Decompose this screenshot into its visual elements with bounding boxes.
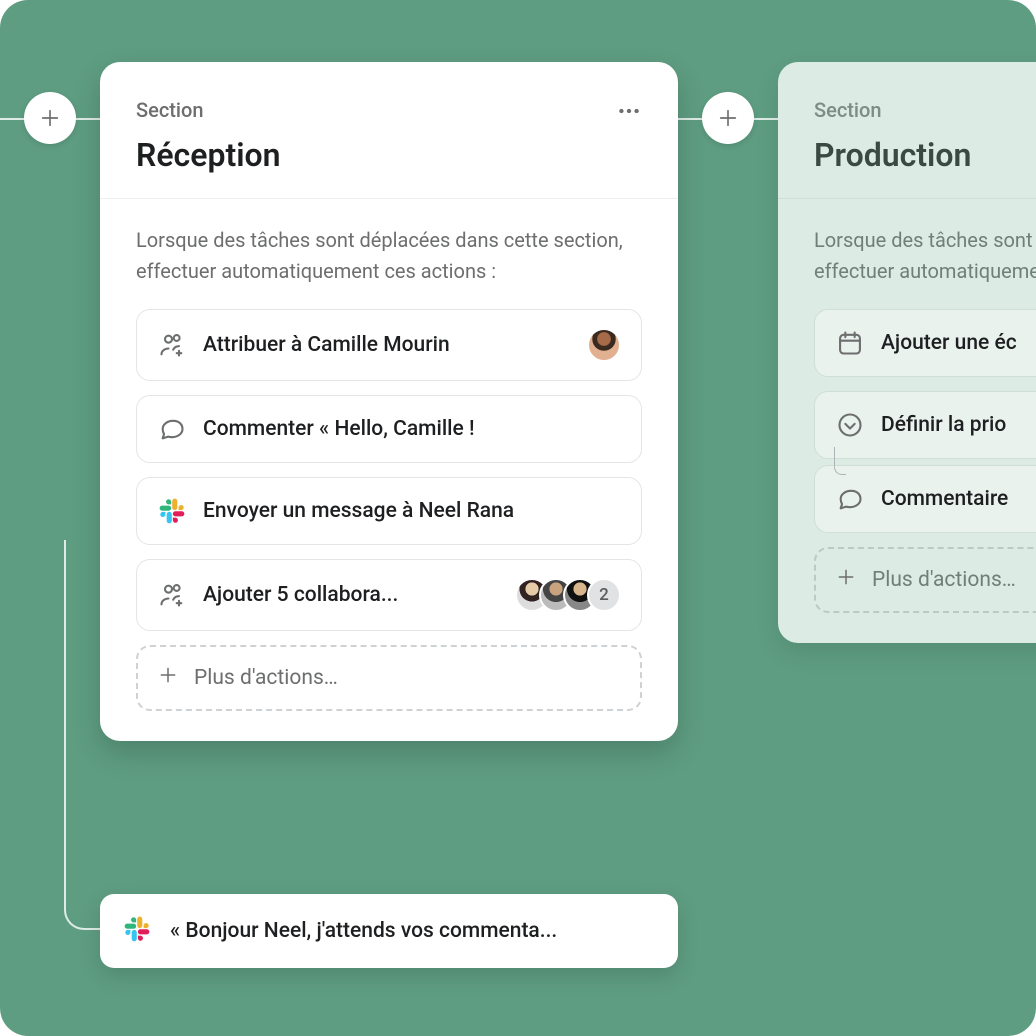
section-description: Lorsque des tâches sont déplacées dans c… [814,225,1036,287]
action-label: Ajouter 5 collabora... [203,583,499,607]
plus-icon [158,665,178,691]
section-card-production: Section Production Lorsque des tâches so… [778,62,1036,643]
sub-connector [834,447,846,475]
section-card-reception: Section Réception Lorsque des tâches son… [100,62,678,741]
add-section-button-left[interactable] [24,92,76,144]
avatar-stack: 2 [515,578,621,612]
ellipsis-icon [616,98,642,124]
section-description: Lorsque des tâches sont déplacées dans c… [136,225,642,287]
section-label: Section [814,98,971,122]
more-menu-button[interactable] [616,98,642,128]
action-label: Ajouter une éc [881,331,1036,355]
stage: Section Réception Lorsque des tâches son… [0,0,1036,1036]
assign-icon [157,330,187,360]
comment-icon [835,484,865,514]
action-label: Envoyer un message à Neel Rana [203,499,621,523]
check-circle-down-icon [835,410,865,440]
action-add-collaborators[interactable]: Ajouter 5 collabora... 2 [136,559,642,631]
comment-icon [157,414,187,444]
more-actions-button[interactable]: Plus d'actions… [814,547,1036,613]
plus-icon [717,107,739,129]
more-actions-label: Plus d'actions… [872,568,1016,592]
section-label: Section [136,98,281,122]
action-label: Commenter « Hello, Camille ! [203,417,621,441]
avatar [587,328,621,362]
add-section-button-right[interactable] [702,92,754,144]
action-label: Définir la prio [881,413,1036,437]
plus-icon [39,107,61,129]
action-comment[interactable]: Commenter « Hello, Camille ! [136,395,642,463]
action-assign[interactable]: Attribuer à Camille Mourin [136,309,642,381]
action-slack-message[interactable]: Envoyer un message à Neel Rana [136,477,642,545]
action-label: Commentaire [881,487,1036,511]
calendar-icon [835,328,865,358]
action-label: Attribuer à Camille Mourin [203,333,571,357]
slack-icon [157,496,187,526]
more-actions-button[interactable]: Plus d'actions… [136,645,642,711]
action-add-date[interactable]: Ajouter une éc [814,309,1036,377]
slack-message-bubble[interactable]: « Bonjour Neel, j'attends vos commenta..… [100,894,678,968]
more-actions-label: Plus d'actions… [194,666,338,690]
action-comment[interactable]: Commentaire [814,465,1036,533]
section-title: Production [814,136,971,174]
action-set-priority[interactable]: Définir la prio [814,391,1036,459]
plus-icon [836,567,856,593]
slack-icon [124,916,154,946]
assign-icon [157,580,187,610]
avatar-overflow-count: 2 [587,578,621,612]
bubble-text: « Bonjour Neel, j'attends vos commenta..… [170,919,557,943]
section-title: Réception [136,136,281,174]
